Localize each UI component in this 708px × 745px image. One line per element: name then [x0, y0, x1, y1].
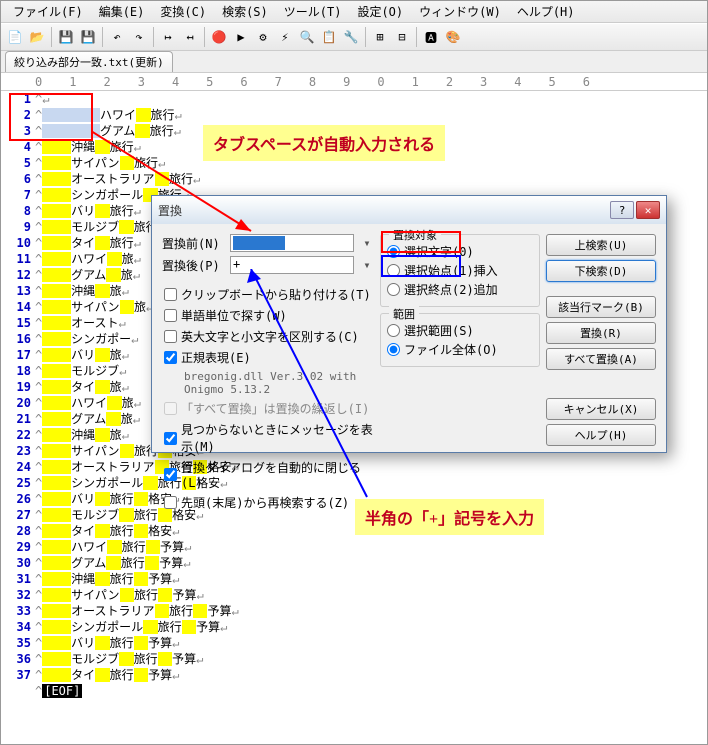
menu-tool[interactable]: ツール(T): [276, 1, 350, 22]
misc3-icon[interactable]: 🔧: [341, 27, 361, 47]
before-dropdown-icon[interactable]: ▾: [360, 236, 374, 250]
range-file-radio[interactable]: ファイル全体(O): [387, 341, 533, 358]
tool-icon[interactable]: ⚙: [253, 27, 273, 47]
help-button-icon[interactable]: ?: [610, 201, 634, 219]
back-icon[interactable]: ↤: [180, 27, 200, 47]
editor-line[interactable]: ^ オーストラリア 旅行 予算↵: [35, 603, 707, 619]
exec-icon[interactable]: ⚡: [275, 27, 295, 47]
color-icon[interactable]: 🎨: [443, 27, 463, 47]
replace-button[interactable]: 置換(R): [546, 322, 656, 344]
menu-edit[interactable]: 編集(E): [91, 1, 153, 22]
range-sel-radio[interactable]: 選択範囲(S): [387, 322, 533, 339]
toolbar: 📄 📂 💾 💾 ↶ ↷ ↦ ↤ 🔴 ▶ ⚙ ⚡ 🔍 📋 🔧 ⊞ ⊟ 🅰 🎨: [1, 23, 707, 51]
search-up-button[interactable]: 上検索(U): [546, 234, 656, 256]
editor-line[interactable]: ^ モルジブ 旅行 予算↵: [35, 651, 707, 667]
ruler: 01234567890123456: [1, 73, 707, 91]
after-label: 置換後(P): [162, 257, 224, 274]
document-tab[interactable]: 絞り込み部分一致.txt(更新): [5, 51, 173, 72]
target-add-radio[interactable]: 選択終点(2)追加: [387, 281, 533, 298]
editor-line[interactable]: ^ 沖縄 旅行 予算↵: [35, 571, 707, 587]
play-icon[interactable]: ▶: [231, 27, 251, 47]
win1-icon[interactable]: ⊞: [370, 27, 390, 47]
misc2-icon[interactable]: 📋: [319, 27, 339, 47]
editor-line[interactable]: ^ ハワイ 旅行 予算↵: [35, 539, 707, 555]
menu-convert[interactable]: 変換(C): [152, 1, 214, 22]
selection-annotation-box: [9, 93, 93, 141]
before-field-highlight: [381, 231, 461, 253]
editor-line[interactable]: ^ ハワイ 旅行↵: [35, 107, 707, 123]
arrow-blue-icon: [247, 269, 387, 509]
arrow-red-icon: [91, 131, 271, 241]
line-gutter: 1234567891011121314151617181920212223242…: [1, 91, 35, 699]
mark-button[interactable]: 該当行マーク(B): [546, 296, 656, 318]
eof-marker: [EOF]: [42, 684, 82, 698]
editor-line[interactable]: ^ サイパン 旅行 予算↵: [35, 587, 707, 603]
editor-line[interactable]: ^ シンガポール 旅行 予算↵: [35, 619, 707, 635]
tabbar: 絞り込み部分一致.txt(更新): [1, 51, 707, 73]
misc1-icon[interactable]: 🔍: [297, 27, 317, 47]
undo-icon[interactable]: ↶: [107, 27, 127, 47]
help-button[interactable]: ヘルプ(H): [546, 424, 656, 446]
rec-icon[interactable]: 🔴: [209, 27, 229, 47]
new-icon[interactable]: 📄: [5, 27, 25, 47]
menu-help[interactable]: ヘルプ(H): [509, 1, 583, 22]
cancel-button[interactable]: キャンセル(X): [546, 398, 656, 420]
after-field-highlight: [381, 255, 461, 277]
search-down-button[interactable]: 下検索(D): [546, 260, 656, 282]
open-icon[interactable]: 📂: [27, 27, 47, 47]
close-icon[interactable]: ✕: [636, 201, 660, 219]
replace-all-button[interactable]: すべて置換(A): [546, 348, 656, 370]
redo-icon[interactable]: ↷: [129, 27, 149, 47]
range-group: 範囲 選択範囲(S) ファイル全体(O): [380, 313, 540, 367]
font-icon[interactable]: 🅰: [421, 27, 441, 47]
win2-icon[interactable]: ⊟: [392, 27, 412, 47]
editor-line[interactable]: ^ グアム 旅行 予算↵: [35, 555, 707, 571]
editor-line[interactable]: ^ バリ 旅行 予算↵: [35, 635, 707, 651]
menu-settings[interactable]: 設定(O): [349, 1, 411, 22]
save-icon[interactable]: 💾: [56, 27, 76, 47]
editor-line[interactable]: ^ タイ 旅行 予算↵: [35, 667, 707, 683]
editor-line[interactable]: ^↵: [35, 91, 707, 107]
menu-search[interactable]: 検索(S): [214, 1, 276, 22]
saveall-icon[interactable]: 💾: [78, 27, 98, 47]
menu-file[interactable]: ファイル(F): [5, 1, 91, 22]
menu-window[interactable]: ウィンドウ(W): [411, 1, 509, 22]
menubar[interactable]: ファイル(F) 編集(E) 変換(C) 検索(S) ツール(T) 設定(O) ウ…: [1, 1, 707, 23]
jump-icon[interactable]: ↦: [158, 27, 178, 47]
